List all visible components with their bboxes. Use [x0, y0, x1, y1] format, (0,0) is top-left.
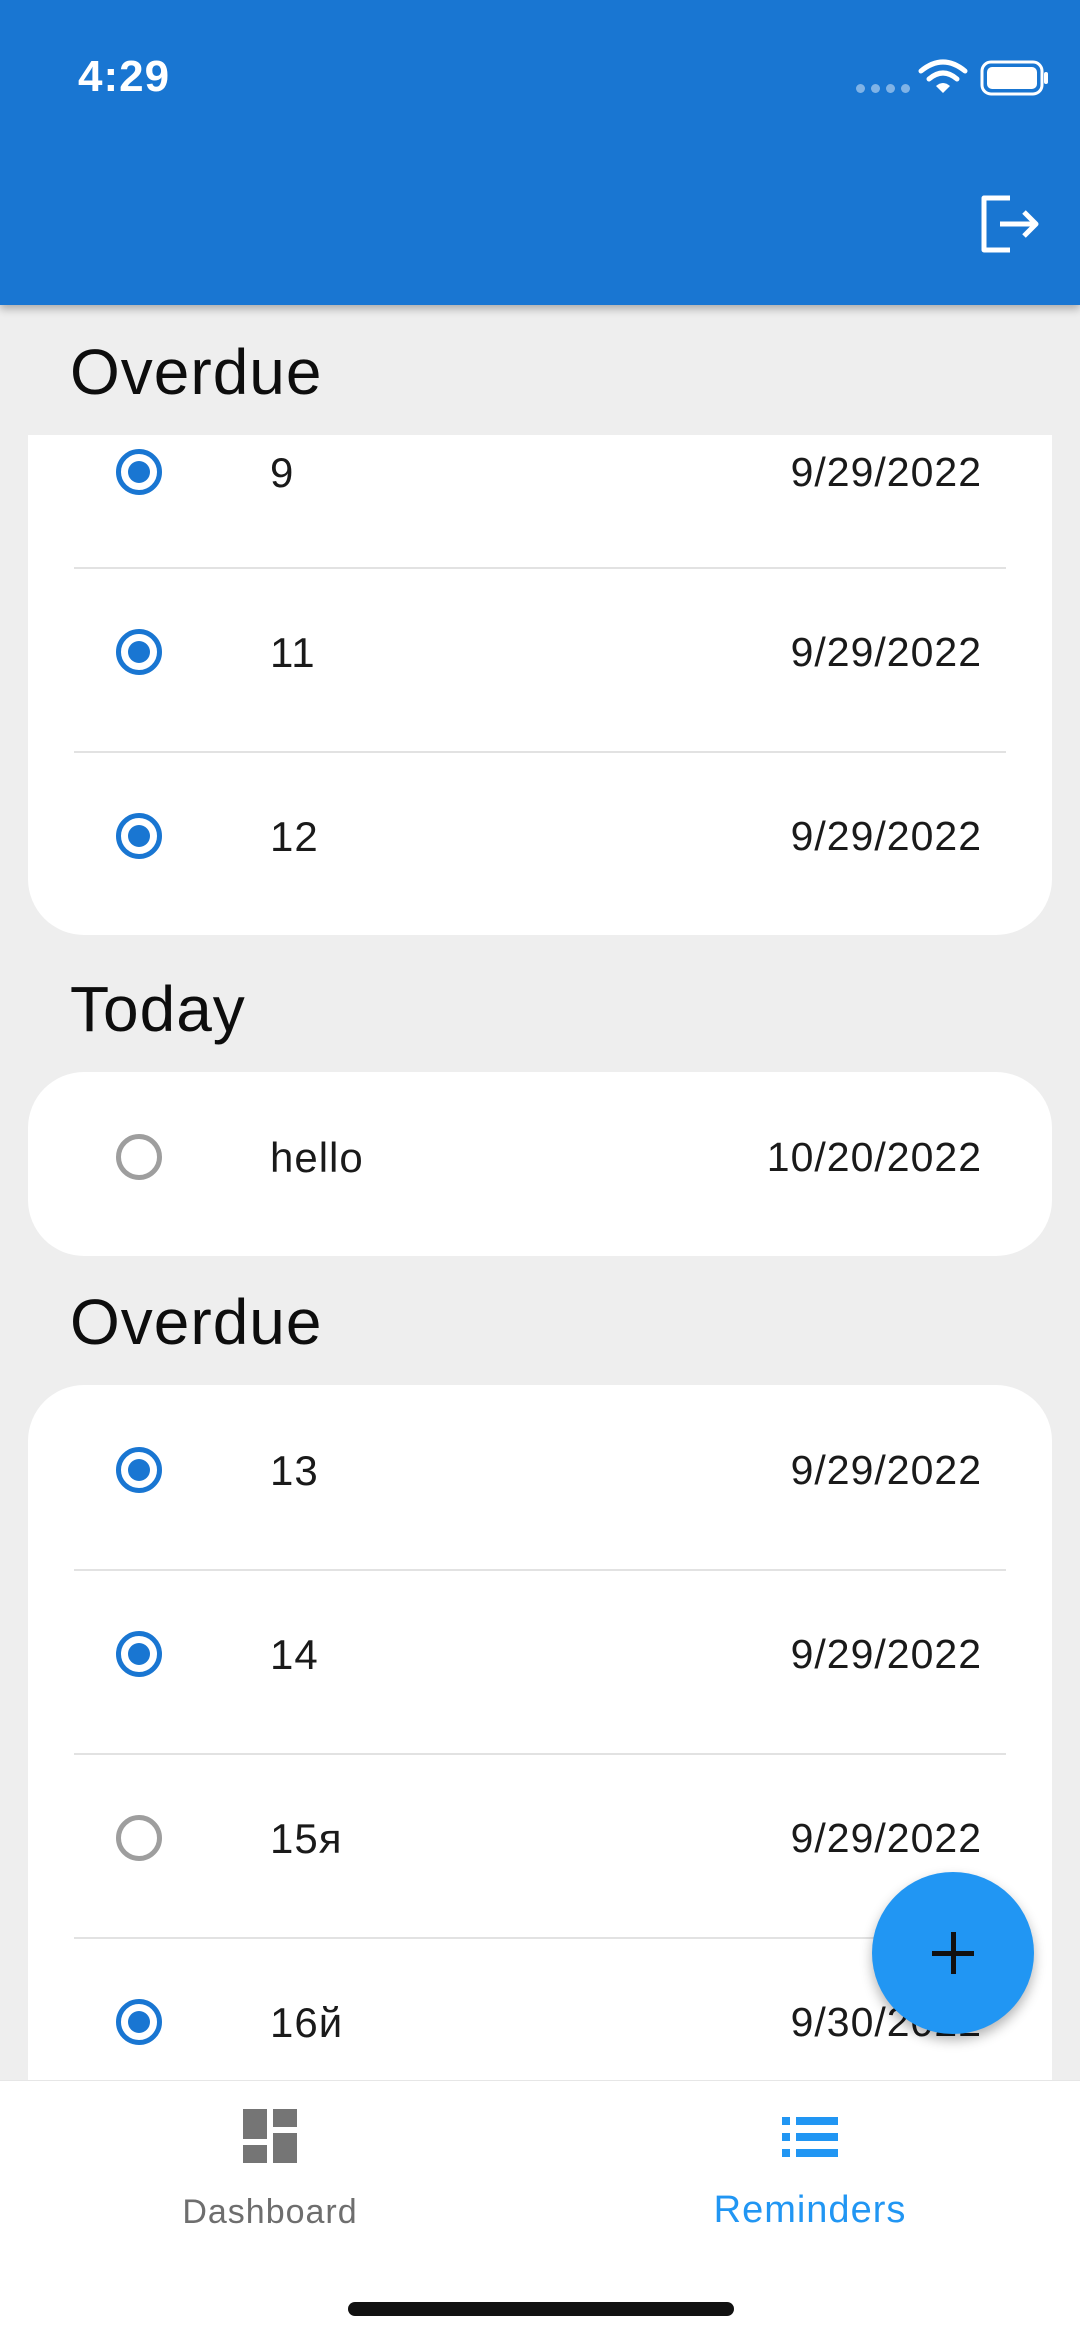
reminder-date: 10/20/2022 [766, 1134, 982, 1180]
section-title-overdue: Overdue [70, 336, 323, 408]
reminder-date: 9/29/2022 [790, 813, 982, 859]
reminder-date: 9/29/2022 [790, 1815, 982, 1861]
reminder-card: 9 9/29/2022 11 9/29/2022 12 9/29/2022 [28, 435, 1052, 935]
nav-item-reminders[interactable]: Reminders [540, 2081, 1080, 2281]
completed-radio-icon[interactable] [116, 629, 162, 675]
reminder-title: 12 [270, 813, 319, 860]
reminder-row[interactable]: hello 10/20/2022 [28, 1072, 1052, 1256]
reminder-row[interactable]: 13 9/29/2022 [28, 1385, 1052, 1569]
home-indicator [348, 2302, 734, 2316]
reminders-list[interactable]: Overdue 9 9/29/2022 11 9/29/2022 12 9/29… [0, 305, 1080, 2080]
nav-item-dashboard[interactable]: Dashboard [0, 2081, 540, 2281]
reminder-row[interactable]: 9 9/29/2022 [28, 435, 1052, 567]
reminder-title: 11 [270, 629, 316, 676]
reminder-row[interactable]: 11 9/29/2022 [28, 567, 1052, 751]
add-reminder-button[interactable] [872, 1872, 1034, 2034]
reminder-date: 9/29/2022 [790, 629, 982, 675]
uncompleted-radio-icon[interactable] [116, 1134, 162, 1180]
reminder-row[interactable]: 14 9/29/2022 [28, 1569, 1052, 1753]
reminder-title: hello [270, 1134, 364, 1181]
dashboard-icon [243, 2109, 297, 2163]
completed-radio-icon[interactable] [116, 813, 162, 859]
completed-radio-icon[interactable] [116, 1999, 162, 2045]
reminder-date: 9/29/2022 [790, 1447, 982, 1493]
nav-label-reminders: Reminders [713, 2189, 907, 2231]
completed-radio-icon[interactable] [116, 1447, 162, 1493]
list-icon [782, 2117, 838, 2157]
completed-radio-icon[interactable] [116, 449, 162, 495]
reminder-card: hello 10/20/2022 [28, 1072, 1052, 1256]
reminder-date: 9/29/2022 [790, 1631, 982, 1677]
reminder-title: 9 [270, 449, 295, 496]
cellular-signal-icon [856, 84, 910, 93]
reminder-title: 16й [270, 1999, 344, 2046]
reminder-date: 9/29/2022 [790, 449, 982, 495]
reminder-title: 14 [270, 1631, 319, 1678]
app-bar: 4:29 [0, 0, 1080, 305]
status-time: 4:29 [78, 52, 171, 101]
reminder-title: 13 [270, 1447, 319, 1494]
nav-label-dashboard: Dashboard [182, 2193, 358, 2231]
wifi-icon [918, 59, 968, 93]
section-title-overdue: Overdue [70, 1286, 323, 1358]
completed-radio-icon[interactable] [116, 1631, 162, 1677]
reminder-title: 15я [270, 1815, 343, 1862]
logout-icon[interactable] [978, 192, 1042, 256]
section-title-today: Today [70, 973, 246, 1045]
battery-icon [980, 60, 1048, 96]
reminder-row[interactable]: 12 9/29/2022 [28, 751, 1052, 935]
uncompleted-radio-icon[interactable] [116, 1815, 162, 1861]
